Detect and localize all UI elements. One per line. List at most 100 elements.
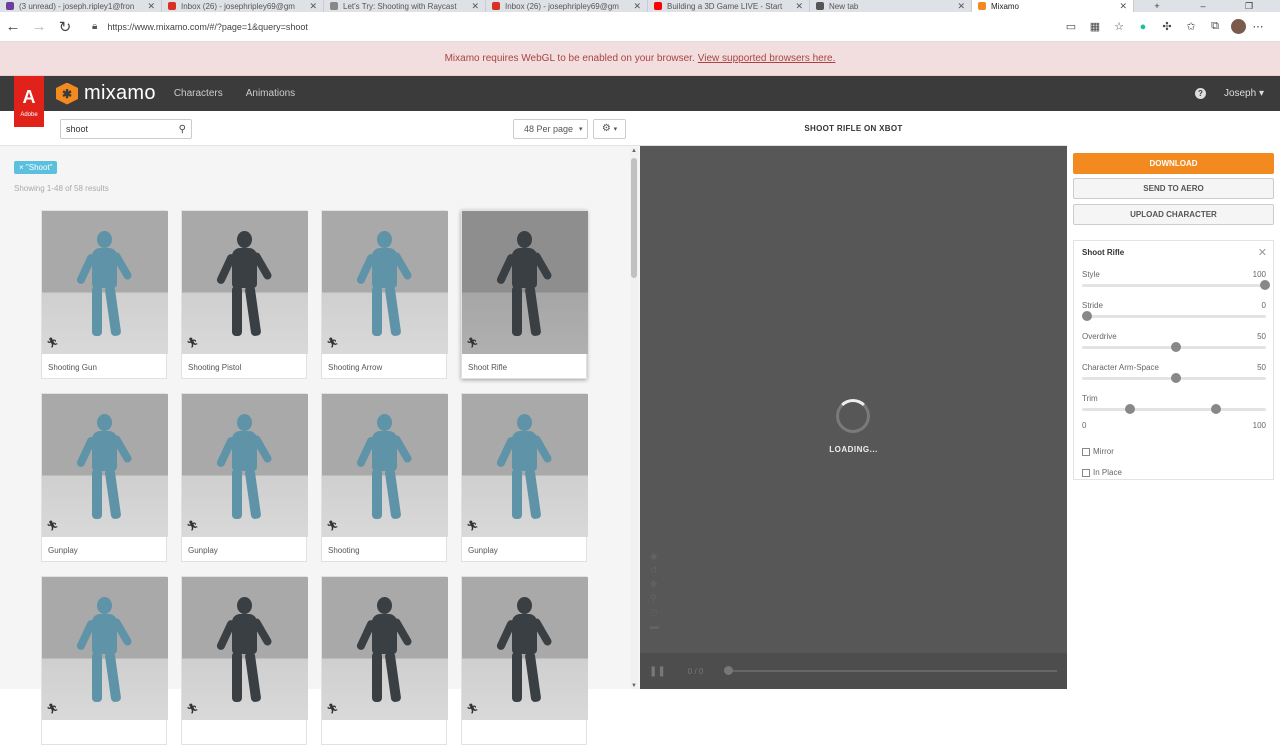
close-tab-icon[interactable]: ✕: [147, 1, 155, 12]
collections-icon[interactable]: ⧉: [1203, 20, 1227, 33]
send-to-aero-button[interactable]: SEND TO AERO: [1073, 178, 1274, 199]
in-place-checkbox[interactable]: In Place: [1082, 468, 1122, 477]
time-icon[interactable]: ◷: [650, 605, 659, 619]
nav-animations[interactable]: Animations: [246, 88, 295, 99]
trim-slider[interactable]: Trim: [1082, 394, 1266, 422]
favorite-icon[interactable]: ☆: [1107, 20, 1131, 33]
extensions-icon[interactable]: ✣: [1155, 20, 1179, 33]
favorites-icon[interactable]: ✩: [1179, 20, 1203, 33]
close-tab-icon[interactable]: ✕: [957, 1, 965, 12]
slider-character-arm-space[interactable]: Character Arm-Space 50: [1082, 363, 1266, 391]
scroll-down-icon[interactable]: ▼: [630, 683, 638, 689]
character-figure: [215, 231, 273, 341]
slider-handle[interactable]: [1260, 280, 1270, 290]
scroll-up-icon[interactable]: ▲: [630, 148, 638, 154]
animation-card[interactable]: 🏃︎: [181, 576, 308, 745]
webgl-warning-banner: Mixamo requires WebGL to be enabled on y…: [0, 42, 1280, 76]
per-page-select[interactable]: 48 Per page ▾: [513, 119, 588, 139]
viewer-tools: ◉ ↺ ✥ ⚲ ◷ ▬: [650, 549, 659, 633]
maximize-icon[interactable]: ❐: [1226, 0, 1272, 12]
minimize-icon[interactable]: –: [1180, 0, 1226, 12]
timeline-track[interactable]: [727, 670, 1057, 672]
close-tab-icon[interactable]: ✕: [633, 1, 641, 12]
browser-tab[interactable]: Inbox (26) - josephripley69@gm ✕: [162, 0, 324, 12]
upload-character-button[interactable]: UPLOAD CHARACTER: [1073, 204, 1274, 225]
refresh-icon[interactable]: ↻: [52, 18, 78, 36]
close-window-icon[interactable]: ✕: [1272, 0, 1280, 12]
search-icon[interactable]: ⚲: [179, 124, 186, 135]
slider-style[interactable]: Style 100: [1082, 270, 1270, 298]
scrollbar[interactable]: ▲ ▼: [630, 148, 638, 689]
pan-icon[interactable]: ✥: [650, 577, 659, 591]
slider-handle[interactable]: [1171, 342, 1181, 352]
close-tab-icon[interactable]: ✕: [309, 1, 317, 12]
adobe-logo[interactable]: A Adobe: [14, 76, 44, 127]
slider-handle[interactable]: [1171, 373, 1181, 383]
animation-type-icon: 🏃︎: [186, 704, 199, 715]
back-icon[interactable]: ←: [0, 18, 26, 35]
slider-label: Style: [1082, 270, 1100, 279]
browser-tab[interactable]: Building a 3D Game LIVE - Start ✕: [648, 0, 810, 12]
qr-icon[interactable]: ▦: [1083, 20, 1107, 33]
profile-avatar[interactable]: [1231, 19, 1246, 34]
animation-card[interactable]: 🏃︎: [41, 576, 168, 745]
supported-browsers-link[interactable]: View supported browsers here.: [698, 53, 836, 64]
animation-card[interactable]: 🏃︎ Shooting Arrow: [321, 210, 448, 379]
trim-start-handle[interactable]: [1124, 404, 1135, 414]
browser-tab[interactable]: Mixamo ✕: [972, 0, 1134, 12]
close-icon[interactable]: ✕: [1258, 246, 1267, 259]
animation-thumbnail: 🏃︎: [462, 211, 588, 354]
cast-icon[interactable]: ▭: [1059, 20, 1083, 33]
slider-value: 0: [1261, 301, 1266, 310]
search-input[interactable]: shoot ⚲: [60, 119, 192, 139]
slider-handle[interactable]: [1082, 311, 1092, 321]
video-icon[interactable]: ▬: [650, 619, 659, 633]
animation-card[interactable]: 🏃︎ Gunplay: [461, 393, 588, 562]
trim-end-handle[interactable]: [1211, 404, 1222, 414]
animation-card[interactable]: 🏃︎: [461, 576, 588, 745]
browser-tab[interactable]: (3 unread) - joseph.ripley1@fron ✕: [0, 0, 162, 12]
rotate-icon[interactable]: ↺: [650, 563, 659, 577]
animation-card[interactable]: 🏃︎: [321, 576, 448, 745]
settings-pane: DOWNLOAD SEND TO AERO UPLOAD CHARACTER S…: [1067, 146, 1280, 689]
animation-viewer[interactable]: LOADING... ◉ ↺ ✥ ⚲ ◷ ▬ ❚❚ 0 / 0: [640, 146, 1067, 689]
search-tag[interactable]: × "Shoot": [14, 161, 58, 174]
animation-type-icon: 🏃︎: [186, 338, 199, 349]
mixamo-logo-icon: ✱: [56, 82, 78, 105]
mirror-checkbox[interactable]: Mirror: [1082, 447, 1114, 456]
animation-card[interactable]: 🏃︎ Gunplay: [181, 393, 308, 562]
close-tab-icon[interactable]: ✕: [795, 1, 803, 12]
slider-overdrive[interactable]: Overdrive 50: [1082, 332, 1266, 360]
new-tab-icon[interactable]: +: [1134, 0, 1180, 12]
animation-card[interactable]: 🏃︎ Shooting Pistol: [181, 210, 308, 379]
animation-card[interactable]: 🏃︎ Shooting: [321, 393, 448, 562]
slider-stride[interactable]: Stride 0: [1082, 301, 1266, 329]
zoom-icon[interactable]: ⚲: [650, 591, 659, 605]
settings-dropdown-button[interactable]: ⚙ ▾: [593, 119, 626, 139]
mixamo-logo[interactable]: ✱ mixamo: [56, 82, 156, 105]
scrollbar-thumb[interactable]: [631, 158, 637, 278]
pause-icon[interactable]: ❚❚: [649, 666, 666, 677]
download-button[interactable]: DOWNLOAD: [1073, 153, 1274, 174]
forward-icon[interactable]: →: [26, 18, 52, 35]
menu-icon[interactable]: ⋯: [1246, 20, 1270, 33]
grammarly-icon[interactable]: ●: [1131, 21, 1155, 33]
animation-card[interactable]: 🏃︎ Gunplay: [41, 393, 168, 562]
nav-characters[interactable]: Characters: [174, 88, 223, 99]
browser-tab[interactable]: Let's Try: Shooting with Raycast ✕: [324, 0, 486, 12]
character-figure: [495, 597, 553, 707]
webgl-warning-text: Mixamo requires WebGL to be enabled on y…: [444, 53, 695, 64]
browser-tab[interactable]: Inbox (26) - josephripley69@gm ✕: [486, 0, 648, 12]
animation-card[interactable]: 🏃︎ Shooting Gun: [41, 210, 168, 379]
close-tab-icon[interactable]: ✕: [471, 1, 479, 12]
url-field[interactable]: 🔒︎ https://www.mixamo.com/#/?page=1&quer…: [86, 16, 1001, 38]
camera-icon[interactable]: ◉: [650, 549, 659, 563]
timeline-handle[interactable]: [724, 666, 733, 675]
close-tab-icon[interactable]: ✕: [1119, 1, 1127, 12]
character-figure: [495, 414, 553, 524]
mixamo-header: ✱ mixamo Characters Animations ? Joseph …: [0, 76, 1280, 111]
user-menu[interactable]: Joseph ▾: [1224, 88, 1264, 99]
animation-card[interactable]: 🏃︎ Shoot Rifle: [461, 210, 588, 379]
help-icon[interactable]: ?: [1194, 88, 1206, 99]
browser-tab[interactable]: New tab ✕: [810, 0, 972, 12]
